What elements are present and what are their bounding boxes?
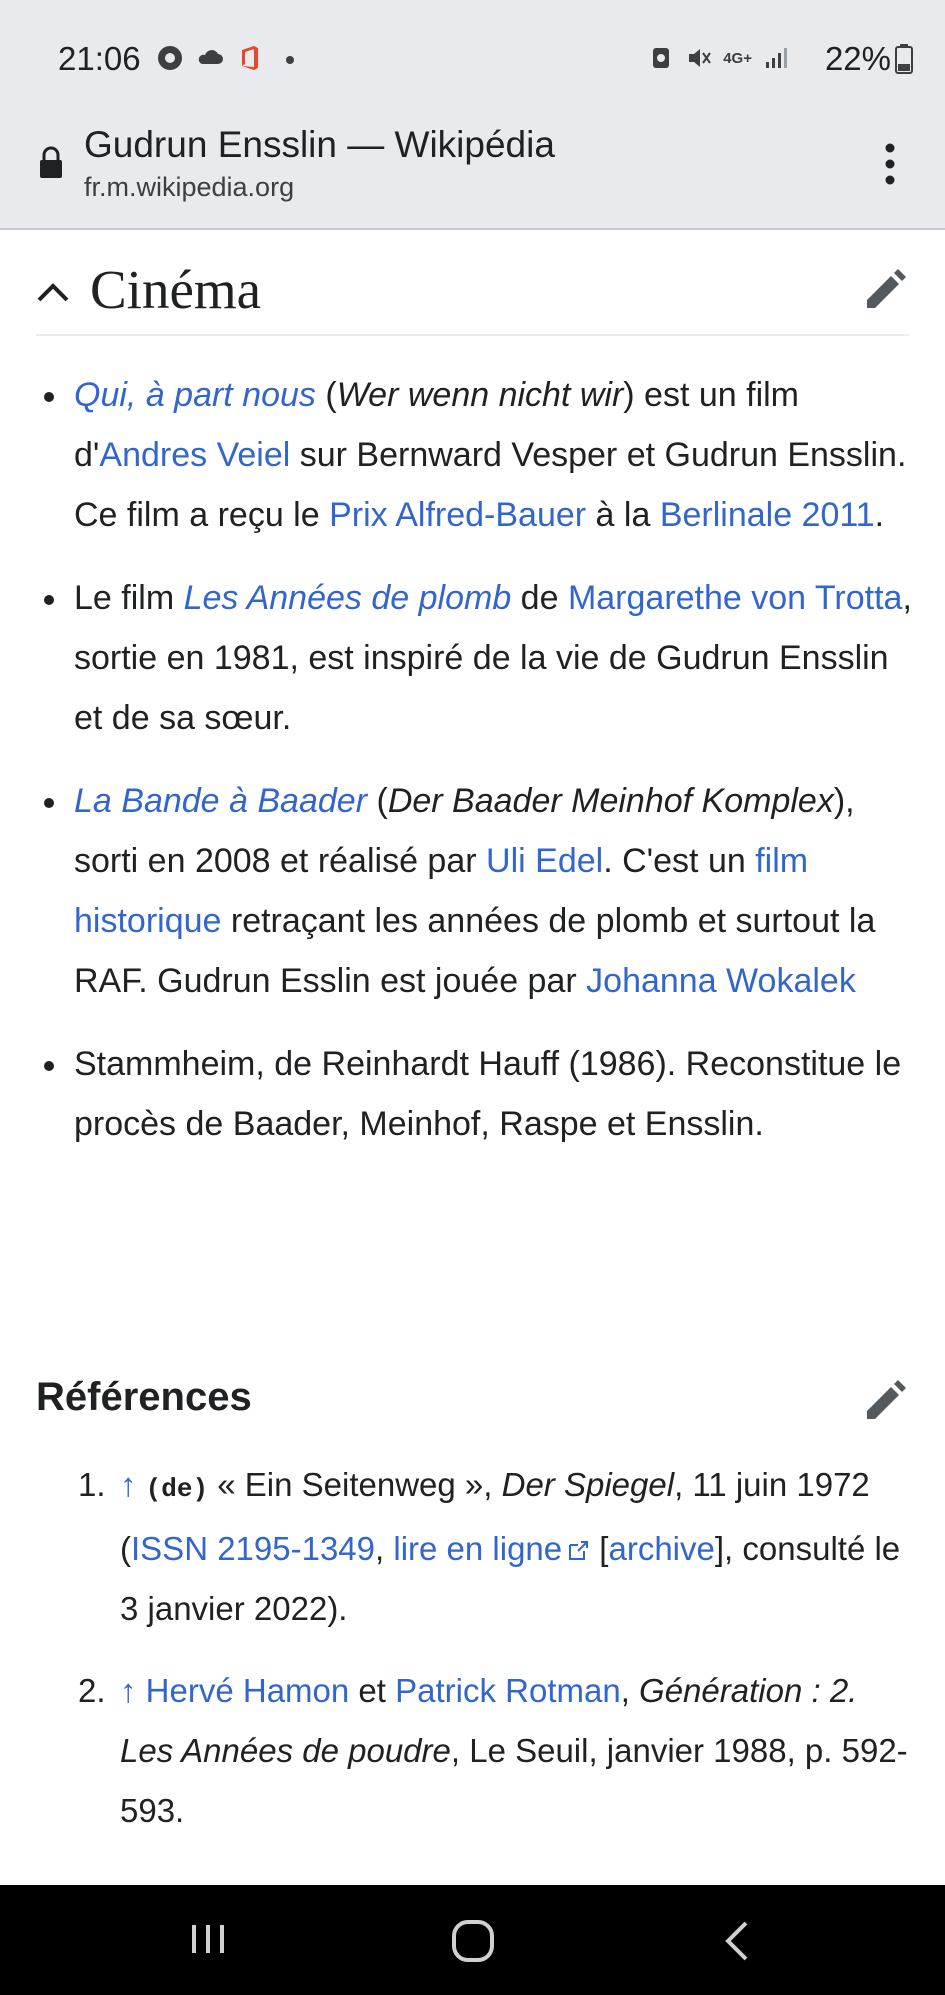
link[interactable]: Hervé Hamon (146, 1672, 350, 1709)
text: Der Spiegel (501, 1466, 675, 1503)
recycle-icon (653, 48, 670, 68)
edit-pencil-icon[interactable] (863, 268, 907, 312)
list-item: Stammheim, de Reinhardt Hauff (1986). Re… (36, 1034, 916, 1154)
section-title: Cinéma (90, 259, 262, 320)
link[interactable]: Qui, à part nous (74, 376, 316, 414)
section-title: Références (36, 1375, 252, 1419)
text: . C'est un (603, 842, 756, 880)
reference-item: 1. ↑ (de) « Ein Seitenweg », Der Spiegel… (36, 1455, 916, 1639)
edit-pencil-icon[interactable] (863, 1379, 907, 1423)
battery-status: 22% (825, 40, 913, 78)
system-icons: 4G+ (647, 44, 790, 72)
link[interactable]: Margarethe von Trotta (568, 579, 903, 617)
link[interactable]: Patrick Rotman (395, 1672, 621, 1709)
link[interactable]: La Bande à Baader (74, 782, 367, 820)
text: , (375, 1530, 394, 1567)
notification-icons (156, 44, 304, 72)
text: « Ein Seitenweg », (208, 1466, 502, 1503)
back-arrow-link[interactable]: ↑ (120, 1672, 137, 1709)
link[interactable]: archive (608, 1530, 714, 1567)
external-link-icon (569, 1541, 589, 1560)
text: à la (586, 496, 660, 534)
battery-icon (895, 44, 913, 74)
clock: 21:06 (58, 40, 141, 77)
link[interactable]: lire en ligne (393, 1530, 562, 1567)
link[interactable]: Berlinale 2011 (660, 496, 875, 534)
list-item: Le film Les Années de plomb de Margareth… (36, 568, 916, 748)
text: et (349, 1672, 396, 1709)
chrome-icon (158, 46, 182, 70)
text: ( (367, 782, 388, 820)
reference-list: 1. ↑ (de) « Ein Seitenweg », Der Spiegel… (36, 1455, 916, 1863)
back-icon[interactable] (722, 1919, 752, 1963)
link[interactable]: Uli Edel (486, 842, 603, 880)
reference-number: 2. (78, 1672, 106, 1709)
reference-item: 2. ↑ Hervé Hamon et Patrick Rotman, Géné… (36, 1661, 916, 1841)
link[interactable]: ISSN 2195-1349 (131, 1530, 375, 1567)
cloud-icon (198, 50, 223, 64)
link[interactable]: Prix Alfred-Bauer (329, 496, 586, 534)
more-options-icon[interactable] (882, 142, 898, 186)
chevron-up-icon[interactable] (36, 282, 70, 302)
system-nav-bar (0, 1885, 945, 1995)
list-item: La Bande à Baader (Der Baader Meinhof Ko… (36, 771, 916, 1011)
text: [ (590, 1530, 609, 1567)
mute-icon (689, 49, 712, 67)
language-tag: (de) (145, 1474, 209, 1504)
recent-apps-icon[interactable] (188, 1919, 228, 1959)
dot-icon (286, 56, 294, 64)
back-arrow-link[interactable]: ↑ (120, 1466, 137, 1503)
text: ( (315, 376, 337, 414)
reference-number: 1. (78, 1466, 106, 1503)
link[interactable]: Johanna Wokalek (586, 962, 856, 1000)
text: de (511, 579, 568, 617)
list-item: Qui, à part nous (Wer wenn nicht wir) es… (36, 365, 916, 545)
link[interactable]: Les Années de plomb (184, 579, 512, 617)
link[interactable]: Andres Veiel (99, 436, 290, 474)
text: , (620, 1672, 640, 1709)
office-icon (242, 46, 258, 70)
status-bar: 21:06 4G+ 22% (0, 0, 945, 118)
text: . (874, 496, 885, 534)
lock-icon (40, 146, 62, 178)
network-type: 4G+ (723, 49, 752, 67)
text: Stammheim, de Reinhardt Hauff (1986). Re… (74, 1045, 902, 1143)
text: Wer wenn nicht wir (336, 376, 624, 414)
text: Der Baader Meinhof Komplex (387, 782, 834, 820)
section-header-cinema[interactable]: Cinéma (36, 244, 909, 336)
film-list: Qui, à part nous (Wer wenn nicht wir) es… (36, 365, 916, 1177)
text: Le film (74, 579, 184, 617)
page-title[interactable]: Gudrun Ensslin — Wikipédia (84, 124, 555, 166)
section-header-references[interactable]: Références (36, 1375, 909, 1435)
signal-icon (766, 48, 787, 68)
battery-percent: 22% (824, 40, 891, 77)
home-icon[interactable] (451, 1919, 495, 1963)
article-content: Cinéma Qui, à part nous (Wer wenn nicht … (0, 230, 945, 1885)
page-domain[interactable]: fr.m.wikipedia.org (84, 172, 294, 203)
